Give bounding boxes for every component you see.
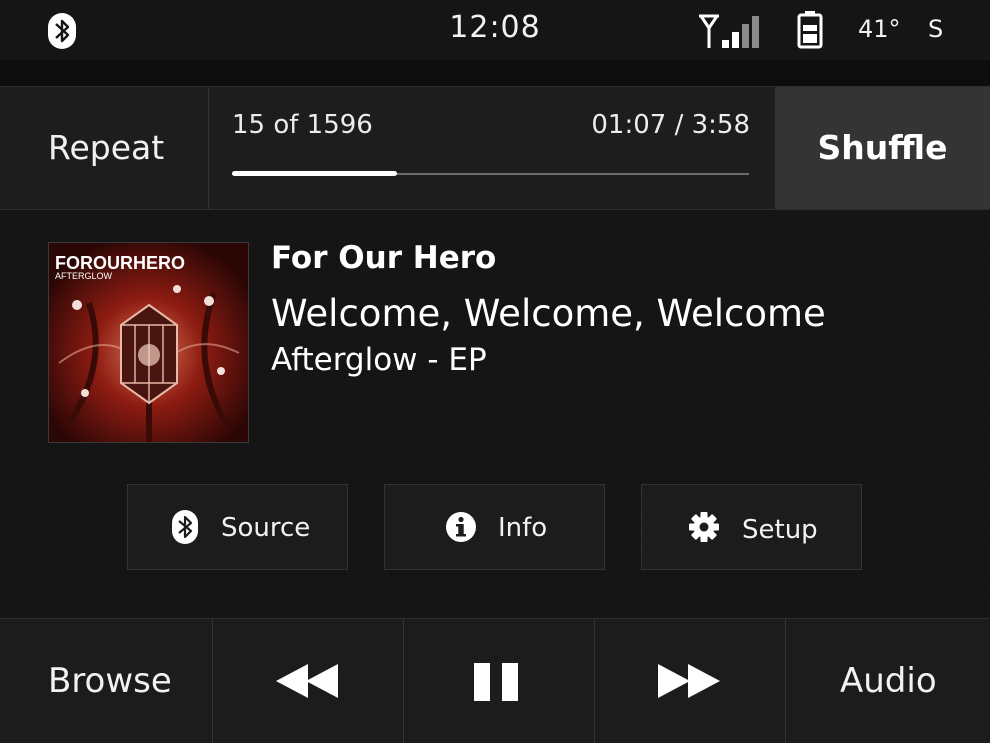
progress-fill: [232, 171, 398, 176]
pause-icon: [474, 663, 518, 701]
info-button[interactable]: Info: [384, 484, 605, 570]
track-index: 15 of 1596: [232, 110, 373, 140]
source-label: Source: [221, 513, 311, 543]
bottom-nav: Browse Audio: [0, 618, 990, 743]
artist-name: For Our Hero: [271, 240, 497, 276]
bluetooth-icon: [172, 510, 198, 544]
track-time: 01:07 / 3:58: [591, 110, 750, 140]
setup-label: Setup: [742, 515, 818, 545]
compass-heading: S: [928, 15, 944, 43]
rewind-button[interactable]: [213, 619, 404, 743]
setup-button[interactable]: Setup: [641, 484, 862, 570]
clock: 12:08: [449, 10, 541, 45]
browse-label: Browse: [48, 661, 172, 701]
progress-bar[interactable]: [232, 171, 749, 176]
fast-forward-icon: [658, 664, 720, 698]
art-title: FOROURHERO: [55, 253, 185, 273]
song-title: Welcome, Welcome, Welcome: [271, 292, 826, 335]
pause-button[interactable]: [404, 619, 595, 743]
fast-forward-button[interactable]: [595, 619, 786, 743]
repeat-button[interactable]: Repeat: [0, 87, 209, 209]
gear-icon: [689, 512, 719, 542]
album-art: FOROURHERO AFTERGLOW: [48, 242, 249, 443]
audio-button[interactable]: Audio: [786, 619, 990, 743]
art-subtitle: AFTERGLOW: [55, 271, 113, 281]
divider-band: [0, 60, 990, 86]
rewind-icon: [276, 664, 338, 698]
battery-icon: [797, 11, 823, 49]
audio-label: Audio: [840, 661, 937, 701]
browse-button[interactable]: Browse: [0, 619, 213, 743]
progress-area: 15 of 1596 01:07 / 3:58: [209, 87, 775, 209]
info-label: Info: [498, 513, 548, 543]
temperature: 41°: [858, 15, 901, 43]
shuffle-button[interactable]: Shuffle: [775, 87, 990, 209]
signal-icon: [699, 14, 759, 48]
source-button[interactable]: Source: [127, 484, 348, 570]
info-icon: [446, 512, 476, 542]
status-bar: 12:08 41° S: [0, 0, 990, 60]
album-name: Afterglow - EP: [271, 342, 487, 378]
now-playing-panel: FOROURHERO AFTERGLOW For Our Hero Welcom…: [0, 210, 990, 618]
transport-bar: Repeat 15 of 1596 01:07 / 3:58 Shuffle: [0, 86, 990, 210]
